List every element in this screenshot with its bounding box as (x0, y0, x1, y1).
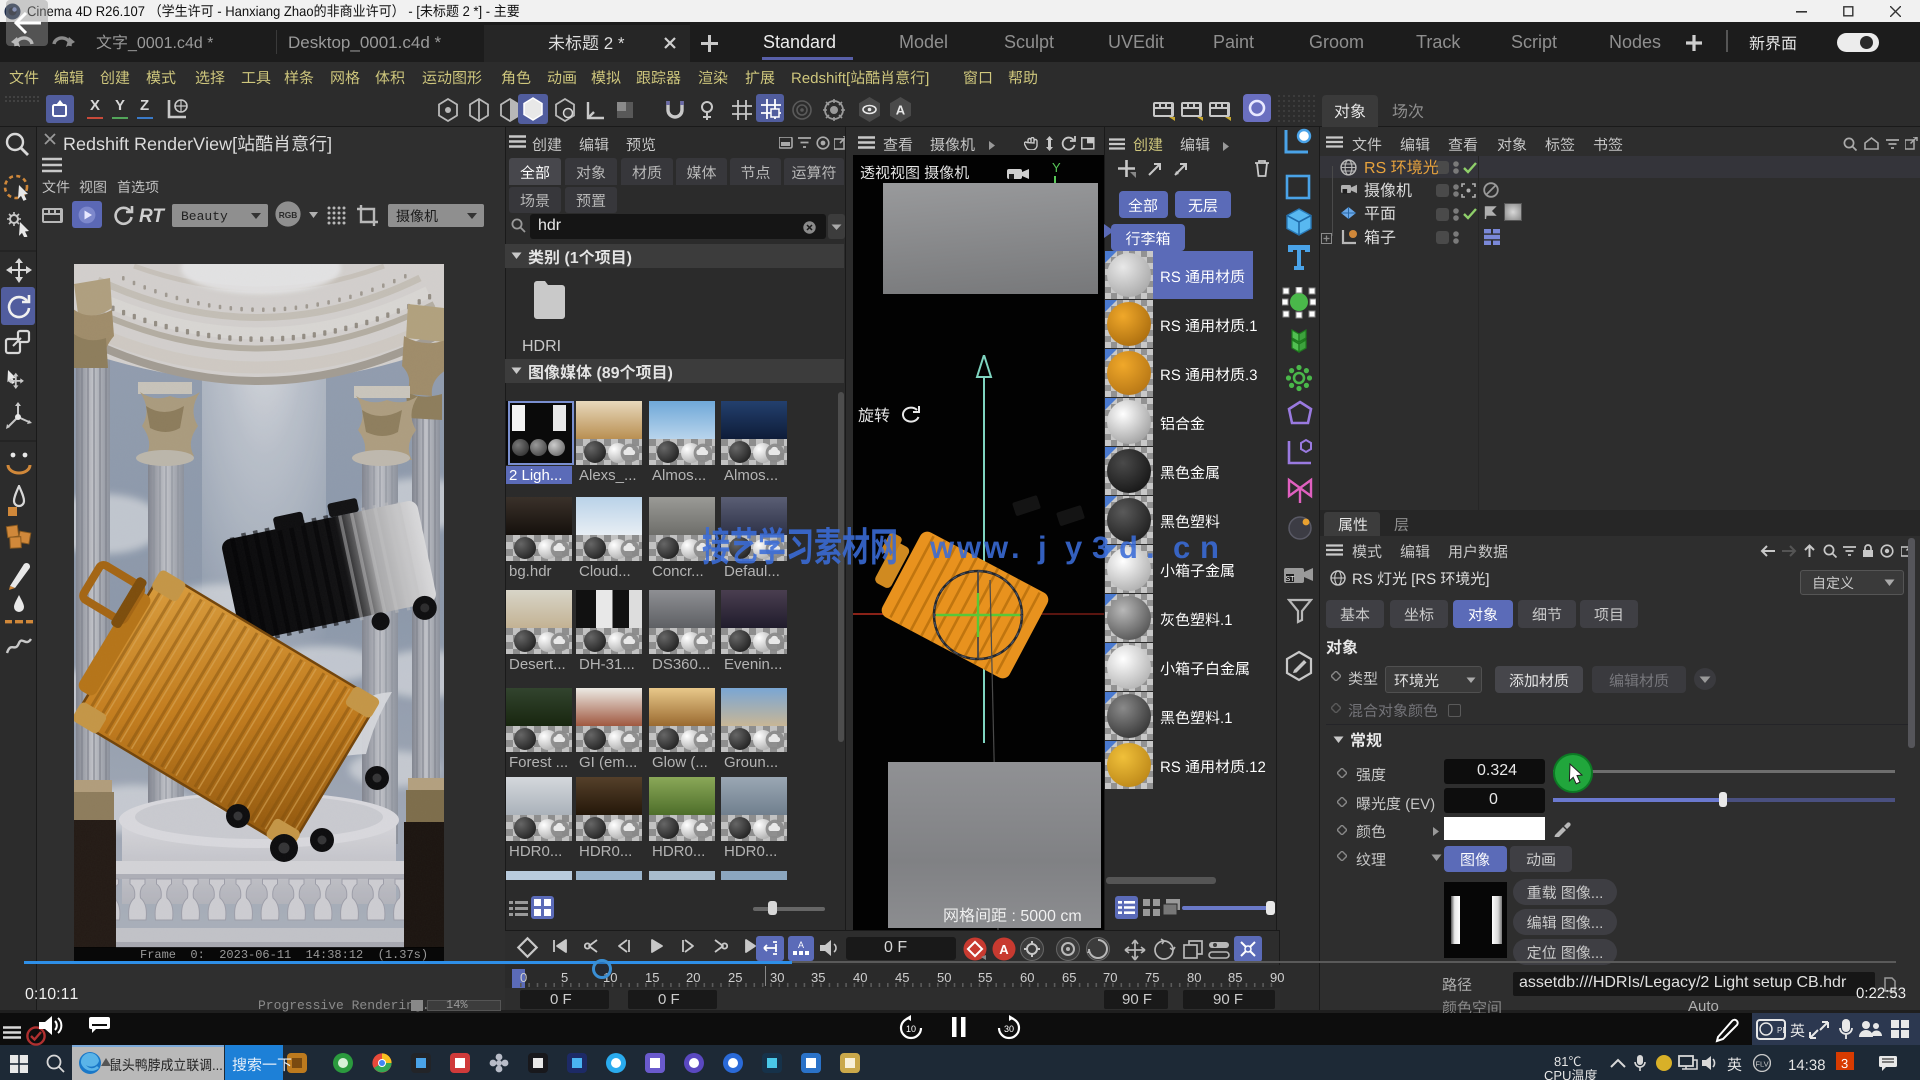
svg-text:A: A (896, 103, 906, 118)
svg-text:Y: Y (1052, 160, 1061, 175)
svg-text:30: 30 (1004, 1024, 1014, 1034)
svg-text:PD: PD (1777, 1026, 1786, 1035)
svg-text:FLV: FLV (1755, 1060, 1768, 1069)
svg-text:ST: ST (1286, 576, 1296, 583)
svg-text:RGB: RGB (279, 210, 298, 220)
svg-text:A: A (798, 940, 804, 950)
svg-text:A: A (999, 942, 1009, 957)
svg-text:10: 10 (906, 1024, 916, 1034)
